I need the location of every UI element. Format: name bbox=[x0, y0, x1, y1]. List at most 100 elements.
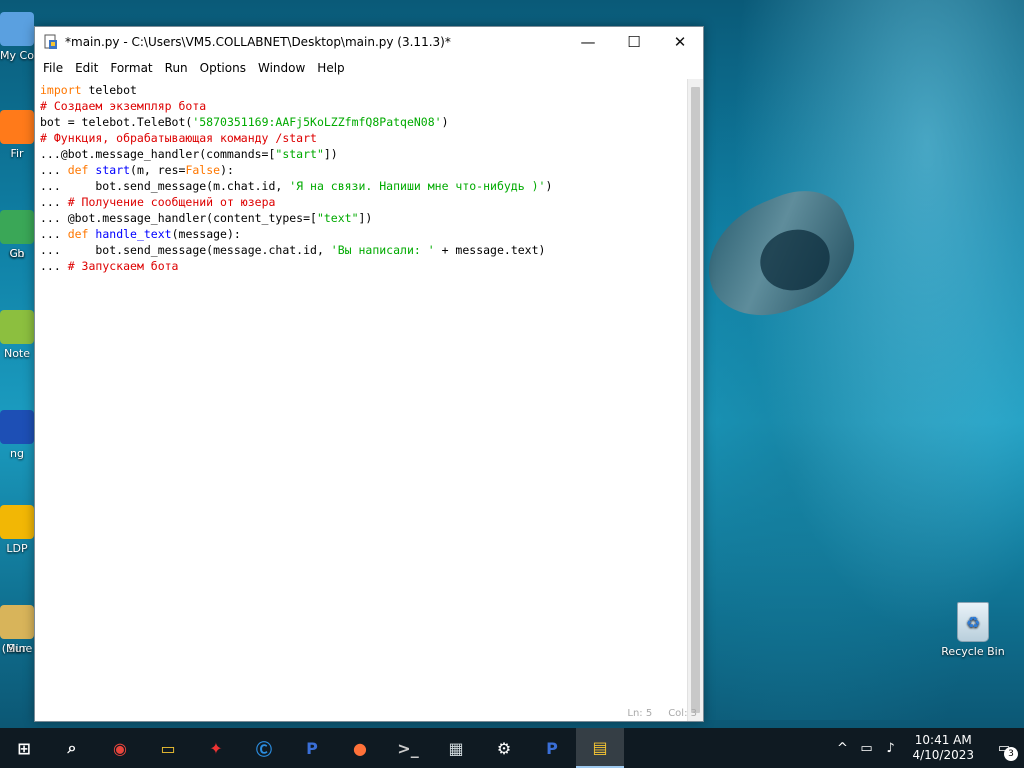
firefox-button[interactable]: ● bbox=[336, 728, 384, 768]
idle-app-icon bbox=[44, 34, 57, 49]
code-token: import bbox=[40, 83, 82, 97]
idle-icon: ▤ bbox=[592, 737, 608, 757]
code-token: (m, res= bbox=[130, 163, 186, 177]
code-token: ... bbox=[40, 163, 68, 177]
code-token: ) bbox=[545, 179, 553, 193]
code-token: bot = telebot.TeleBot( bbox=[40, 115, 193, 129]
app-p2-button[interactable]: P bbox=[528, 728, 576, 768]
app-p2-icon: P bbox=[546, 738, 558, 758]
code-line: ... # Получение сообщений от юзера bbox=[40, 194, 687, 210]
search-icon: ⌕ bbox=[67, 738, 77, 757]
code-token: 'Я на связи. Напиши мне что-нибудь )' bbox=[289, 179, 546, 193]
menu-edit[interactable]: Edit bbox=[69, 61, 104, 75]
code-line: ...@bot.message_handler(commands=["start… bbox=[40, 146, 687, 162]
menu-help[interactable]: Help bbox=[311, 61, 350, 75]
volume-icon[interactable]: ♪ bbox=[878, 741, 902, 756]
terminal-button[interactable]: >_ bbox=[384, 728, 432, 768]
code-token: '5870351169:AAFj5KoLZZfmfQ8PatqeN08' bbox=[192, 115, 442, 129]
menu-window[interactable]: Window bbox=[252, 61, 311, 75]
search-button[interactable]: ⌕ bbox=[48, 728, 96, 768]
photos-icon: ▦ bbox=[448, 738, 464, 758]
desktop-app-icon bbox=[0, 505, 34, 539]
code-token: ... @bot.message_handler(content_types=[ bbox=[40, 211, 317, 225]
clock[interactable]: 10:41 AM 4/10/2023 bbox=[902, 733, 984, 763]
taskbar: ⊞ ⌕ ◉ ▭ ✦ Ⓒ P ● >_ ▦ ⚙ P ▤ ^ ▭ ♪ 10:41 AM 4/10/2023 … bbox=[0, 728, 1024, 768]
desktop-app-icon bbox=[0, 210, 34, 244]
system-tray: ^ ▭ ♪ 10:41 AM 4/10/2023 ▭ 3 bbox=[830, 728, 1024, 768]
tray-chevron-icon[interactable]: ^ bbox=[830, 741, 854, 756]
code-token: start bbox=[95, 163, 131, 177]
desktop-app-icon bbox=[0, 110, 34, 144]
code-token: ... bbox=[40, 259, 68, 273]
menu-run[interactable]: Run bbox=[159, 61, 194, 75]
title-bar[interactable]: *main.py - C:\Users\VM5.COLLABNET\Deskto… bbox=[35, 27, 703, 57]
code-token: False bbox=[185, 163, 221, 177]
vertical-scrollbar[interactable] bbox=[687, 79, 703, 721]
code-token: # Функция, обрабатывающая команду /start bbox=[40, 131, 317, 145]
network-icon[interactable]: ▭ bbox=[854, 741, 878, 756]
scrollbar-thumb[interactable] bbox=[691, 87, 700, 713]
code-line: ... def handle_text(message): bbox=[40, 226, 687, 242]
recycle-bin-icon: ♻ bbox=[957, 602, 989, 642]
notification-badge: 3 bbox=[1004, 747, 1018, 761]
app-red-button[interactable]: ✦ bbox=[192, 728, 240, 768]
code-text[interactable]: import telebot # Создаем экземпляр бота bo… bbox=[35, 79, 687, 274]
clock-time: 10:41 AM bbox=[914, 733, 972, 747]
code-line: # Создаем экземпляр бота bbox=[40, 98, 687, 114]
desktop-app-icon bbox=[0, 605, 34, 639]
code-token: # Создаем экземпляр бота bbox=[40, 99, 207, 113]
firefox-icon: ● bbox=[353, 738, 367, 758]
maximize-button[interactable]: ☐ bbox=[611, 27, 657, 57]
code-line: ... bot.send_message(m.chat.id, 'Я на св… bbox=[40, 178, 687, 194]
minimize-icon: — bbox=[580, 33, 596, 51]
start-button[interactable]: ⊞ bbox=[0, 728, 48, 768]
app-p-button[interactable]: P bbox=[288, 728, 336, 768]
code-token: 'Вы написали: ' bbox=[330, 243, 435, 257]
recycle-bin-label: Recycle Bin bbox=[941, 645, 1005, 658]
close-button[interactable]: ✕ bbox=[657, 27, 703, 57]
chrome-icon: ◉ bbox=[113, 738, 127, 758]
menu-bar: File Edit Format Run Options Window Help bbox=[35, 57, 703, 79]
desktop-app-icon bbox=[0, 310, 34, 344]
minimize-button[interactable]: — bbox=[565, 27, 611, 57]
code-token: "text" bbox=[316, 211, 359, 225]
app-p-icon: P bbox=[306, 738, 318, 758]
code-token: def bbox=[67, 163, 89, 177]
code-line: import telebot bbox=[40, 82, 687, 98]
status-col: Col: 3 bbox=[668, 707, 697, 719]
code-token: # Запускаем бота bbox=[67, 259, 179, 273]
menu-file[interactable]: File bbox=[37, 61, 69, 75]
start-icon: ⊞ bbox=[17, 738, 31, 758]
recycle-bin[interactable]: ♻ Recycle Bin bbox=[938, 602, 1008, 658]
code-token: # Получение сообщений от юзера bbox=[67, 195, 276, 209]
code-token: ]) bbox=[323, 147, 338, 161]
code-token: ... bot.send_message(m.chat.id, bbox=[40, 179, 290, 193]
code-token: ... bot.send_message(message.chat.id, bbox=[40, 243, 331, 257]
menu-format[interactable]: Format bbox=[104, 61, 158, 75]
chrome-button[interactable]: ◉ bbox=[96, 728, 144, 768]
status-line: Ln: 5 bbox=[627, 707, 653, 719]
code-editor[interactable]: import telebot # Создаем экземпляр бота bo… bbox=[35, 79, 687, 721]
file-explorer-button[interactable]: ▭ bbox=[144, 728, 192, 768]
ccleaner-button[interactable]: Ⓒ bbox=[240, 728, 288, 768]
code-token: def bbox=[67, 227, 89, 241]
maximize-icon: ☐ bbox=[627, 33, 641, 51]
close-icon: ✕ bbox=[673, 33, 687, 51]
code-token: (message): bbox=[171, 227, 241, 241]
menu-options[interactable]: Options bbox=[194, 61, 252, 75]
notification-button[interactable]: ▭ 3 bbox=[984, 728, 1024, 768]
code-line: ... def start(m, res=False): bbox=[40, 162, 687, 178]
code-token: handle_text bbox=[95, 227, 172, 241]
photos-button[interactable]: ▦ bbox=[432, 728, 480, 768]
desktop-app-icon bbox=[0, 12, 34, 46]
code-token: ... bbox=[40, 227, 68, 241]
settings-button[interactable]: ⚙ bbox=[480, 728, 528, 768]
idle-editor-window[interactable]: *main.py - C:\Users\VM5.COLLABNET\Deskto… bbox=[34, 26, 704, 722]
app-red-icon: ✦ bbox=[209, 738, 223, 758]
code-line: ... @bot.message_handler(content_types=[… bbox=[40, 210, 687, 226]
ccleaner-icon: Ⓒ bbox=[255, 740, 272, 759]
idle-button[interactable]: ▤ bbox=[576, 728, 624, 768]
code-token: ) bbox=[441, 115, 449, 129]
code-token: ... bbox=[40, 195, 68, 209]
code-line: ... bot.send_message(message.chat.id, 'В… bbox=[40, 242, 687, 258]
